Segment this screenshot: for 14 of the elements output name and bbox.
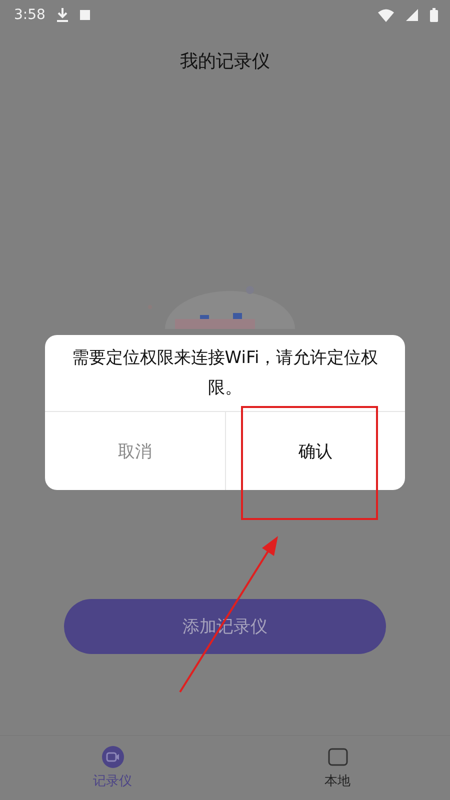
- status-time: 3:58: [14, 7, 46, 23]
- camera-icon: [102, 746, 124, 768]
- download-icon: [57, 8, 68, 22]
- wifi-icon: [378, 8, 394, 22]
- battery-icon: [430, 8, 438, 22]
- signal-icon: [406, 9, 418, 21]
- cancel-button[interactable]: 取消: [45, 412, 226, 490]
- confirm-button[interactable]: 确认: [226, 412, 405, 490]
- dialog-message: 需要定位权限来连接WiFi，请允许定位权限。: [45, 335, 405, 412]
- folder-icon: [326, 746, 348, 768]
- notification-icon: [80, 10, 90, 20]
- page-title: 我的记录仪: [180, 50, 270, 73]
- nav-tab[interactable]: 本地: [225, 736, 450, 800]
- nav-tab[interactable]: 记录仪: [0, 736, 225, 800]
